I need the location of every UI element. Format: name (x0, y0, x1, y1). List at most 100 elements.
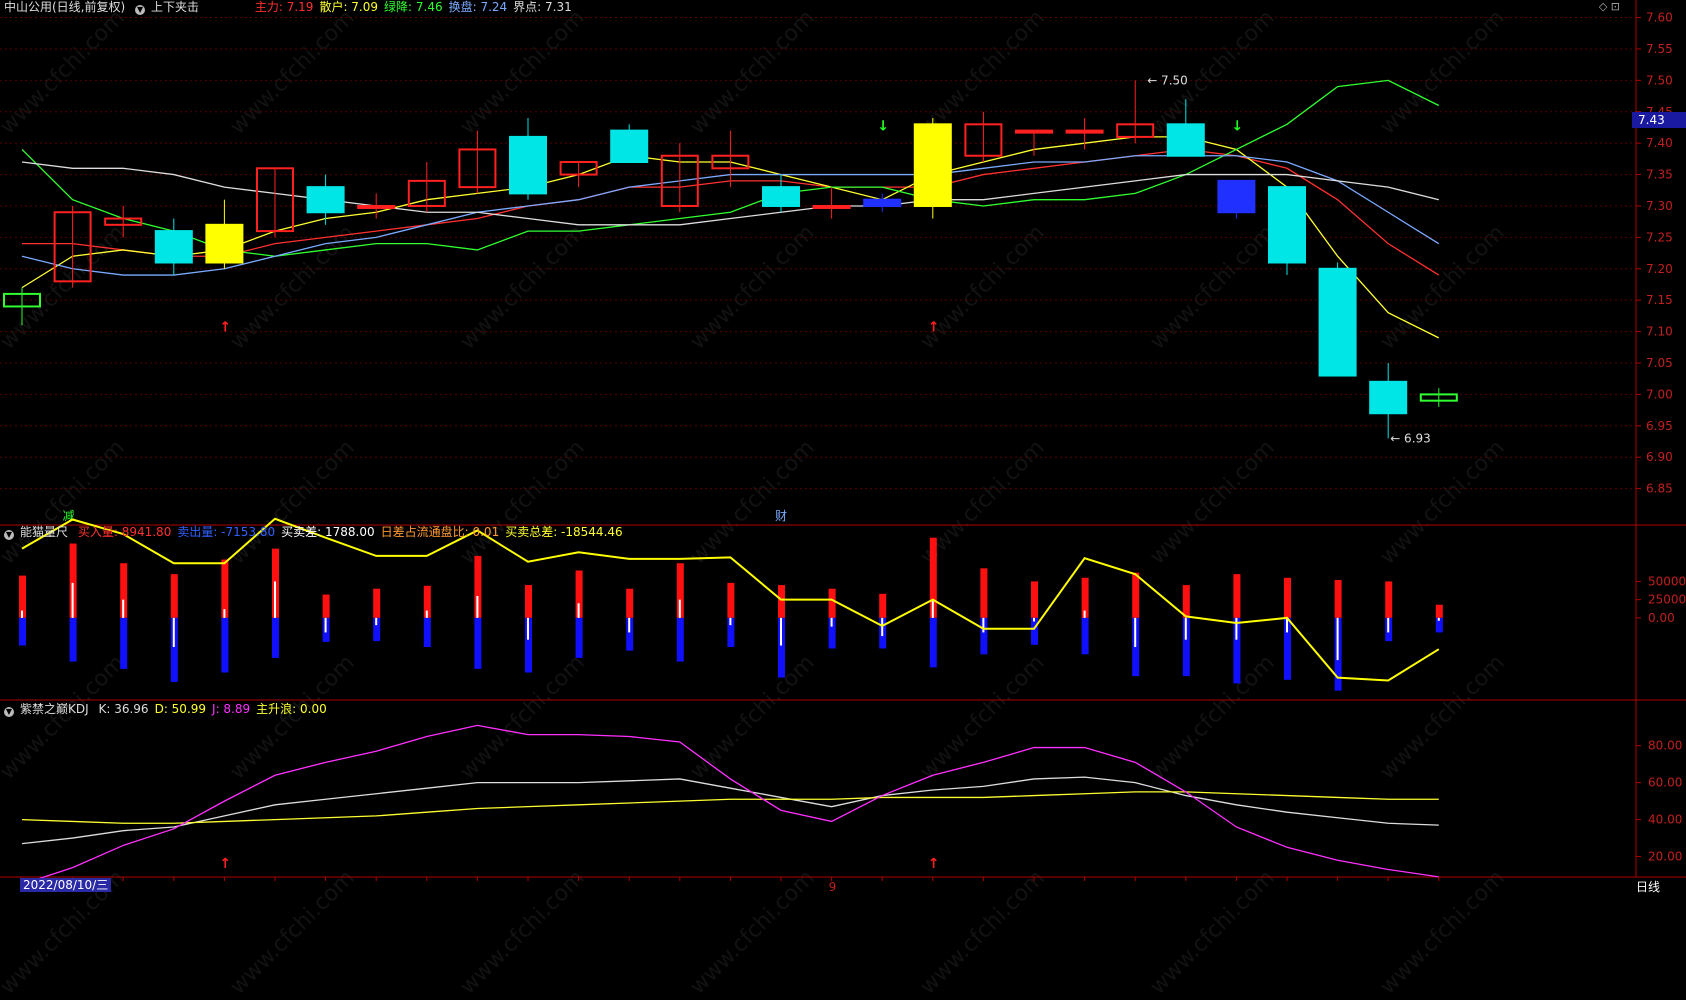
net-volume-bar (324, 617, 327, 633)
sell-volume-bar (575, 617, 583, 658)
kdj-legend-item: D: 50.99 (154, 702, 207, 716)
sell-volume-bar (474, 617, 482, 669)
candle-body (205, 223, 244, 264)
net-volume-bar (678, 599, 681, 618)
net-volume-bar (476, 596, 479, 618)
y-tick-label: 40.00 (1648, 813, 1682, 827)
net-volume-bar (527, 617, 529, 640)
sell-volume-bar (272, 617, 279, 658)
candle-body (1369, 380, 1408, 415)
net-volume-bar (172, 617, 175, 647)
y-tick-label: 7.30 (1646, 199, 1673, 213)
candle-body (913, 123, 952, 207)
kdj-legend: K: 36.96 D: 50.99 J: 8.89 主升浪: 0.00 (98, 702, 332, 716)
y-tick-label: 7.40 (1646, 136, 1673, 150)
sell-volume-bar (19, 617, 26, 646)
volume-legend-item: 买入量: 8941.80 (77, 525, 172, 539)
sell-volume-bar (929, 617, 937, 668)
buy-volume-bar (828, 588, 836, 618)
net-volume-bar (1033, 617, 1035, 622)
candle-body (1166, 123, 1205, 157)
buy-volume-bar (1334, 579, 1342, 618)
net-volume-bar (1387, 617, 1390, 633)
sell-volume-bar (423, 617, 431, 647)
net-volume-bar (425, 610, 428, 618)
buy-volume-bar (1132, 572, 1140, 618)
volume-legend: 买入量: 8941.80 卖出量: -7153.80 买卖差: 1788.00 日差占… (78, 525, 629, 539)
down-arrow-icon: ↓ (877, 119, 889, 135)
candle-body (1318, 267, 1357, 377)
volume-legend-item: 买卖差: 1788.00 (281, 525, 375, 539)
net-volume-bar (830, 617, 833, 627)
period-label[interactable]: 日线 (1636, 878, 1660, 895)
buy-volume-bar (626, 588, 634, 618)
y-tick-label: 20.00 (1648, 850, 1682, 864)
kdj-panel-title[interactable]: 紫禁之巅KDJ (20, 702, 89, 716)
sell-volume-bar (676, 617, 684, 662)
net-volume-bar (780, 617, 782, 646)
high-label: ← 7.50 (1147, 73, 1188, 87)
toggle-icon[interactable]: ▼ (4, 707, 14, 717)
month-marker: 9 (829, 880, 837, 893)
y-tick-label: 7.50 (1646, 73, 1673, 87)
y-tick-label: 7.15 (1646, 293, 1673, 307)
up-arrow-icon: ↑ (928, 856, 940, 872)
toggle-icon[interactable]: ▼ (4, 530, 14, 540)
candle-body (1217, 179, 1256, 214)
kdj-legend-item: K: 36.96 (98, 702, 149, 716)
y-tick-label: 60.00 (1648, 776, 1682, 790)
net-volume-bar (1083, 610, 1086, 618)
buy-volume-bar (1284, 577, 1291, 618)
y-tick-label: 7.10 (1646, 325, 1673, 339)
y-tick-label: 0.00 (1648, 611, 1675, 625)
net-volume-bar (223, 609, 226, 618)
y-tick-label: 7.55 (1646, 42, 1673, 56)
candle-body (812, 204, 851, 209)
sell-volume-bar (1031, 617, 1038, 645)
net-volume-bar (1336, 617, 1339, 661)
y-tick-label: 7.00 (1646, 387, 1673, 401)
y-tick-label: 25000 (1648, 593, 1686, 607)
kdj-line (21, 776, 1439, 845)
net-volume-bar (1437, 617, 1440, 621)
buy-volume-bar (1385, 581, 1393, 618)
candle-body (1015, 129, 1053, 134)
buy-volume-bar (170, 574, 178, 618)
net-volume-bar (1134, 617, 1137, 647)
volume-legend-item: 日差占流通盘比: 0.01 (380, 525, 500, 539)
volume-legend-item: 卖出量: -7153.80 (177, 525, 276, 539)
down-arrow-icon: ↓ (1231, 119, 1243, 135)
main-legend-item: 主力: 7.19 (254, 0, 314, 14)
y-tick-label: 6.90 (1646, 450, 1673, 464)
main-legend-item: 界点: 7.31 (513, 0, 572, 14)
indicator-selector[interactable]: ▼ 上下夹击 (135, 0, 205, 15)
sell-volume-bar (1081, 617, 1089, 655)
main-legend-item: 换盘: 7.24 (448, 0, 508, 14)
diamond-icon[interactable]: ◇ ⊡ (1599, 0, 1620, 13)
candle-body (154, 230, 193, 264)
current-price-tag: 7.43 (1632, 112, 1686, 128)
y-tick-label: 7.20 (1646, 262, 1673, 276)
kdj-line (21, 724, 1439, 885)
stock-title[interactable]: 中山公用(日线,前复权) (4, 0, 125, 14)
toggle-icon[interactable]: ▼ (135, 5, 146, 15)
buy-volume-bar (727, 582, 735, 618)
net-volume-bar (375, 617, 378, 626)
main-legend: 主力: 7.19 散户: 7.09 绿降: 7.46 换盘: 7.24 界点: 7.31 (255, 0, 578, 14)
buy-volume-bar (1031, 581, 1038, 618)
sell-volume-bar (69, 617, 77, 662)
volume-panel-header: ▼ 能猫量尺 买入量: 8941.80 卖出量: -7153.80 买卖差: 1788… (4, 525, 635, 540)
kdj-legend-item: J: 8.89 (212, 702, 251, 716)
main-legend-item: 绿降: 7.46 (384, 0, 443, 14)
net-volume-bar (931, 599, 934, 618)
volume-panel-title[interactable]: 能猫量尺 (20, 525, 68, 539)
y-tick-label: 80.00 (1648, 739, 1682, 753)
net-volume-bar (1184, 617, 1187, 640)
kdj-legend-item: 主升浪: 0.00 (256, 702, 327, 716)
y-tick-label: 7.35 (1646, 168, 1673, 182)
sell-volume-bar (221, 617, 229, 673)
volume-legend-item: 买卖总差: -18544.46 (505, 525, 623, 539)
buy-volume-bar (980, 568, 988, 618)
buy-volume-bar (778, 585, 785, 618)
buy-volume-bar (1435, 604, 1443, 618)
